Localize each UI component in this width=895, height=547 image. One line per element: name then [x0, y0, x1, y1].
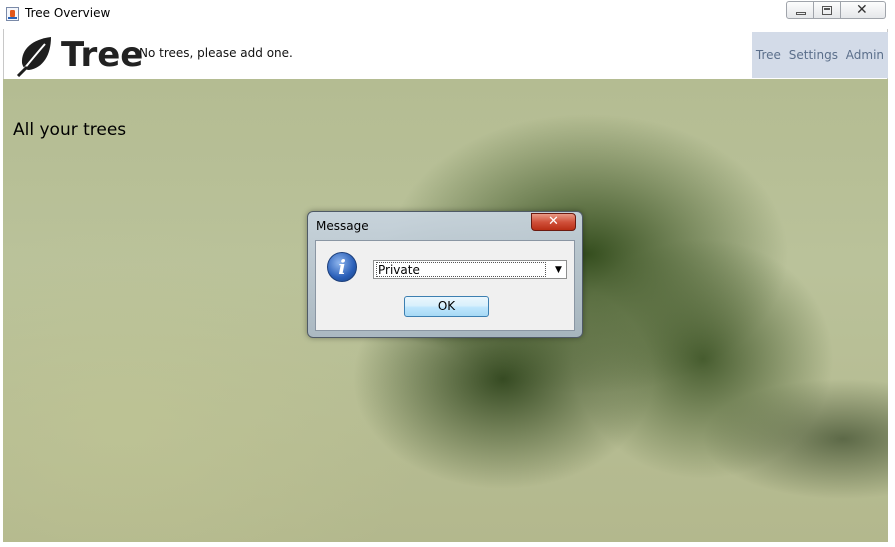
dialog-title: Message — [316, 219, 369, 233]
window-controls: ✕ — [786, 1, 886, 20]
visibility-select[interactable]: Private ▼ — [373, 260, 567, 279]
chevron-down-icon[interactable]: ▼ — [551, 261, 566, 278]
window-right-border — [888, 29, 895, 547]
leaf-logo-icon — [16, 37, 51, 77]
page-heading: All your trees — [13, 120, 127, 140]
java-app-icon — [6, 7, 19, 21]
window-left-border — [0, 29, 3, 547]
dialog-close-button[interactable]: ✕ — [531, 213, 576, 231]
window-title: Tree Overview — [25, 6, 111, 20]
status-message: No trees, please add one. — [139, 46, 293, 60]
window-title-bar: Tree Overview ✕ — [0, 0, 895, 29]
window-bottom-border — [0, 542, 895, 547]
minimize-button[interactable] — [786, 1, 814, 19]
maximize-icon — [822, 6, 832, 15]
close-icon: ✕ — [548, 214, 559, 229]
close-icon: ✕ — [856, 2, 868, 18]
nav-item-tree[interactable]: Tree — [756, 48, 781, 62]
maximize-button[interactable] — [814, 1, 841, 19]
nav-item-settings[interactable]: Settings — [789, 48, 838, 62]
dialog-body: i Private ▼ OK — [315, 240, 575, 331]
main-nav: Tree Settings Admin — [752, 32, 888, 78]
nav-item-admin[interactable]: Admin — [846, 48, 884, 62]
minimize-icon — [796, 12, 806, 15]
info-icon: i — [327, 252, 357, 282]
app-header: Tree No trees, please add one. Tree Sett… — [3, 29, 888, 79]
brand-name: Tree — [61, 35, 144, 75]
ok-button[interactable]: OK — [404, 296, 489, 317]
select-value: Private — [376, 262, 546, 277]
close-window-button[interactable]: ✕ — [841, 1, 886, 19]
message-dialog: Message ✕ i Private ▼ OK — [307, 211, 583, 338]
